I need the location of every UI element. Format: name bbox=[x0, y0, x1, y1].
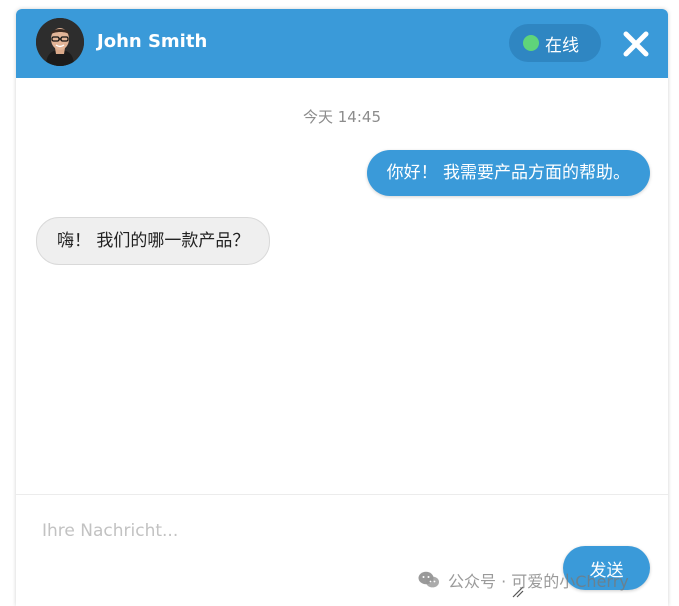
wechat-icon bbox=[418, 571, 439, 588]
message-list[interactable]: 今天 14:45 你好！ 我需要产品方面的帮助。 嗨！ 我们的哪一款产品？ bbox=[16, 78, 668, 494]
watermark-text: 公众号 · 可爱的小Cherry bbox=[448, 572, 629, 591]
chat-window: John Smith 在线 今天 14:45 你好！ 我需要产品方面的帮助。 嗨… bbox=[16, 9, 668, 606]
close-icon bbox=[623, 31, 649, 57]
status-badge: 在线 bbox=[509, 24, 601, 62]
avatar[interactable] bbox=[36, 18, 84, 66]
outgoing-message: 你好！ 我需要产品方面的帮助。 bbox=[366, 150, 650, 196]
close-button[interactable] bbox=[620, 28, 652, 60]
chat-header: John Smith 在线 bbox=[16, 9, 668, 78]
avatar-portrait bbox=[36, 18, 84, 66]
contact-name: John Smith bbox=[97, 31, 208, 52]
status-label: 在线 bbox=[545, 35, 579, 56]
online-status-icon bbox=[523, 35, 539, 51]
watermark: 公众号 · 可爱的小Cherry bbox=[418, 568, 629, 592]
message-input[interactable] bbox=[40, 515, 604, 547]
incoming-message: 嗨！ 我们的哪一款产品？ bbox=[36, 217, 271, 265]
message-timestamp: 今天 14:45 bbox=[303, 108, 381, 126]
